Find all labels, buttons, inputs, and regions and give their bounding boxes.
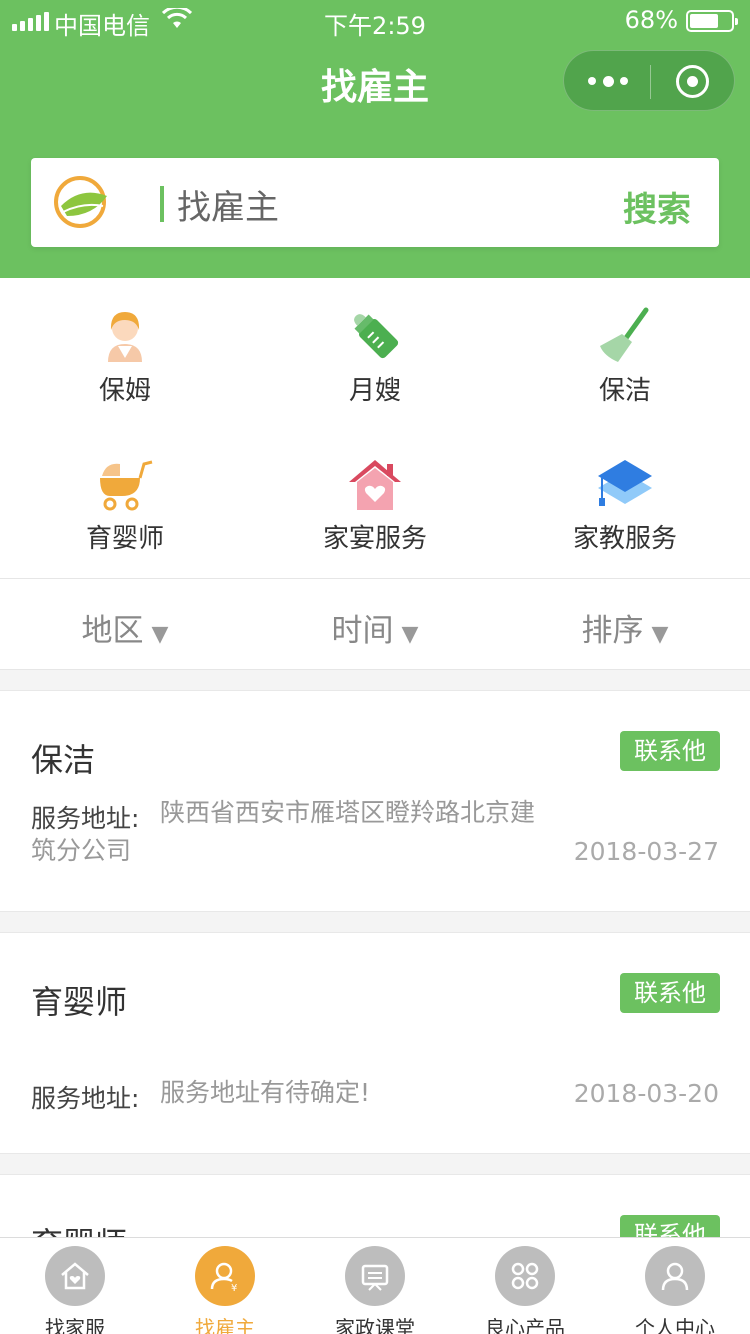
products-icon <box>495 1246 555 1306</box>
classroom-icon <box>345 1246 405 1306</box>
address-value-cont: 筑分公司 <box>31 836 132 865</box>
search-caret <box>160 186 164 222</box>
category-label: 育婴师 <box>85 524 164 554</box>
tab-classroom[interactable]: 家政课堂 <box>300 1246 450 1334</box>
battery-percent: 68% <box>624 6 678 34</box>
filter-bar: 地区 ▼ 时间 ▼ 排序 ▼ <box>0 578 750 670</box>
listing-title: 保洁 <box>31 741 96 779</box>
tab-products[interactable]: 良心产品 <box>450 1246 600 1334</box>
search-input[interactable]: 找雇主 <box>177 180 279 229</box>
close-miniprogram-icon[interactable] <box>676 65 709 98</box>
category-nanny[interactable]: 保姆 <box>0 306 250 407</box>
tab-label: 良心产品 <box>485 1316 565 1334</box>
filter-sort[interactable]: 排序 ▼ <box>500 605 750 650</box>
house-heart-icon <box>349 460 401 510</box>
svg-text:¥: ¥ <box>231 1283 237 1292</box>
user-icon <box>645 1246 705 1306</box>
tab-bar: 找家服 ¥ 找雇主 家政课堂 良心产品 个人中心 <box>0 1237 750 1334</box>
listing-title: 育婴师 <box>31 983 128 1021</box>
baby-bottle-icon <box>354 314 399 359</box>
header: 中国电信 下午2:59 68% 找雇主 找雇主 搜索 <box>0 0 750 278</box>
job-listing-card[interactable]: 育婴师 联系他 服务地址: 服务地址有待确定! 2018-03-20 <box>0 932 750 1154</box>
stroller-icon <box>100 460 153 511</box>
search-bar[interactable]: 找雇主 搜索 <box>31 158 719 247</box>
category-label: 家宴服务 <box>322 524 427 554</box>
category-tutoring[interactable]: 家教服务 <box>500 458 750 555</box>
capsule-divider <box>650 65 651 99</box>
filter-label: 排序 <box>581 613 644 649</box>
category-label: 家教服务 <box>572 524 677 554</box>
category-label: 保洁 <box>598 376 651 406</box>
tab-label: 家政课堂 <box>335 1316 415 1334</box>
dropdown-arrow-icon: ▼ <box>651 622 669 647</box>
category-maternity-nurse[interactable]: 月嫂 <box>250 306 500 407</box>
category-grid: 保姆 月嫂 保洁 育婴师 家宴服务 家教服务 <box>0 278 750 578</box>
broom-icon <box>600 307 649 362</box>
nanny-icon <box>108 312 142 362</box>
category-cleaning[interactable]: 保洁 <box>500 306 750 407</box>
more-options-icon[interactable] <box>588 67 628 95</box>
miniprogram-capsule <box>563 50 735 111</box>
listing-date: 2018-03-20 <box>573 1079 719 1108</box>
category-childcare[interactable]: 育婴师 <box>0 458 250 555</box>
tab-label: 找家服 <box>45 1316 105 1334</box>
filter-region[interactable]: 地区 ▼ <box>0 605 250 650</box>
address-value: 陕西省西安市雁塔区瞪羚路北京建 <box>160 798 536 827</box>
graduation-cap-icon <box>598 460 652 506</box>
tab-label: 找雇主 <box>195 1316 255 1334</box>
tab-find-employer[interactable]: ¥ 找雇主 <box>150 1246 300 1334</box>
tab-find-service[interactable]: 找家服 <box>0 1246 150 1334</box>
category-label: 月嫂 <box>348 376 401 406</box>
status-bar: 中国电信 下午2:59 68% <box>0 0 750 40</box>
search-button[interactable]: 搜索 <box>623 182 691 231</box>
contact-button[interactable]: 联系他 <box>620 731 720 771</box>
tab-label: 个人中心 <box>635 1316 715 1334</box>
home-icon <box>45 1246 105 1306</box>
category-label: 保姆 <box>98 376 151 406</box>
contact-button[interactable]: 联系他 <box>620 973 720 1013</box>
dropdown-arrow-icon: ▼ <box>401 622 419 647</box>
address-label: 服务地址: <box>31 1084 140 1113</box>
listing-date: 2018-03-27 <box>573 837 719 866</box>
job-listing-card[interactable]: 保洁 联系他 服务地址: 陕西省西安市雁塔区瞪羚路北京建 筑分公司 2018-0… <box>0 690 750 912</box>
employer-icon: ¥ <box>195 1246 255 1306</box>
dropdown-arrow-icon: ▼ <box>151 622 169 647</box>
address-label: 服务地址: <box>31 804 140 833</box>
tab-profile[interactable]: 个人中心 <box>600 1246 750 1334</box>
filter-label: 时间 <box>331 613 394 649</box>
address-value: 服务地址有待确定! <box>160 1078 371 1107</box>
filter-time[interactable]: 时间 ▼ <box>250 605 500 650</box>
battery-icon <box>686 10 738 32</box>
brand-logo-icon <box>54 176 107 228</box>
category-banquet-service[interactable]: 家宴服务 <box>250 458 500 555</box>
filter-label: 地区 <box>81 613 144 649</box>
